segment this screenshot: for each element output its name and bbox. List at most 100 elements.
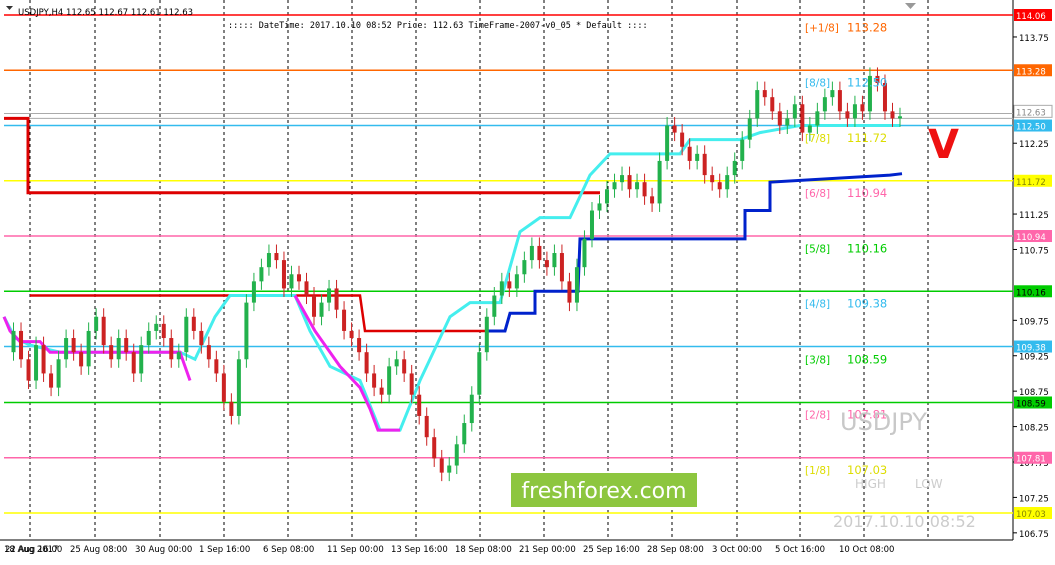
candle-body [642,182,647,197]
candle-body [582,238,587,268]
price-badge-text: 114.06 [1016,12,1046,22]
candle-body [755,90,760,119]
candle-body [236,359,241,416]
murrey-level-label: [8/8] [805,78,830,90]
time-label: 1 Sep 16:00 [199,545,250,555]
candle-body [635,182,640,190]
price-tick-label: 113.75 [1019,34,1049,44]
logo-text: freshforex.com [521,479,686,504]
price-tick-label: 108.25 [1019,424,1049,434]
current-price-badge-text: 112.63 [1016,108,1046,118]
murrey-level-value: 111.72 [847,131,887,145]
candle-body [589,210,594,239]
candle-body [19,330,24,360]
time-label: 30 Aug 00:00 [135,545,192,555]
candle-body [191,316,196,331]
murrey-level-value: 112.50 [847,76,887,90]
murrey-level-label: [+1/8] [805,22,839,34]
candle-body [680,132,685,147]
candle-body [64,338,69,360]
sell-marker-icon: V [928,122,959,168]
candle-body [94,316,99,331]
candle-body [214,359,219,374]
candle-body [514,274,519,289]
candle-body [409,373,414,395]
candle-body [312,295,317,317]
candle-body [770,97,775,112]
candle-body [244,302,249,360]
candle-body [86,330,91,367]
candle-body [101,316,106,346]
candle-body [402,359,407,374]
murrey-level-label: [6/8] [805,188,830,200]
candle-body [372,373,377,388]
candle-body [687,146,692,161]
candle-body [837,90,842,112]
candle-body [822,97,827,112]
candle-body [109,345,114,360]
candle-body [785,118,790,126]
candle-body [357,338,362,353]
candle-body [710,175,715,183]
candle-body [898,116,902,119]
candle-body [484,316,489,353]
time-label: 18 Sep 08:00 [455,545,512,555]
candle-body [26,359,31,381]
chart-window[interactable]: [+2/8]114.06[+1/8]113.28[8/8]112.50[7/8]… [0,0,1055,561]
candle-body [890,111,895,119]
candle-body [319,302,324,317]
candle-body [552,253,557,268]
time-label: 25 Aug 08:00 [70,545,127,555]
candle-body [199,330,204,346]
candle-body [507,281,512,289]
candle-body [469,394,474,424]
symbol-ohlc-line: USDJPY,H4 112.65 112.67 112.61 112.63 [18,8,193,18]
price-badge-text: 111.72 [1016,178,1046,188]
murrey-level-value: 110.16 [847,241,887,255]
price-badge-text: 110.94 [1016,233,1046,243]
candle-body [815,111,820,126]
candle-body [304,281,309,296]
time-label: 6 Sep 08:00 [263,545,314,555]
candle-body [327,288,332,303]
murrey-level-label: [7/8] [805,133,830,145]
price-badge-text: 108.59 [1016,399,1046,409]
candle-body [281,260,286,289]
candle-body [567,281,572,303]
candle-body [139,345,144,374]
candle-body [522,260,527,275]
price-tick-label: 112.25 [1019,140,1049,150]
candle-body [154,323,159,331]
candle-body [394,359,399,367]
candle-body [627,175,632,190]
watermark-datetime: 2017.10.10 08:52 [833,512,976,531]
watermark-symbol: USDJPY [840,408,927,436]
freshforex-logo: freshforex.com [511,473,697,507]
price-badge-text: 113.28 [1016,67,1046,77]
candle-body [41,345,46,374]
candle-body [364,352,369,374]
candle-body [860,104,865,112]
candle-body [124,338,129,353]
candle-body [807,125,812,133]
candle-body [229,401,234,416]
price-chart[interactable]: [+2/8]114.06[+1/8]113.28[8/8]112.50[7/8]… [0,0,1055,561]
price-tick-label: 109.25 [1019,353,1049,363]
candle-body [559,253,564,282]
candle-body [477,352,482,395]
price-badge-text: 107.03 [1016,510,1046,520]
watermark-high-label: HIGH [855,477,886,491]
candle-body [717,182,722,190]
candle-body [432,437,437,459]
candle-body [349,330,354,339]
candle-body [251,281,256,303]
murrey-level-label: [3/8] [805,354,830,366]
candle-body [732,160,737,176]
candle-body [800,104,805,133]
candle-body [740,139,745,161]
candle-body [447,465,452,473]
price-badge-text: 107.81 [1016,455,1046,465]
candle-body [116,338,121,360]
candle-body [296,274,301,282]
candle-body [544,260,549,268]
